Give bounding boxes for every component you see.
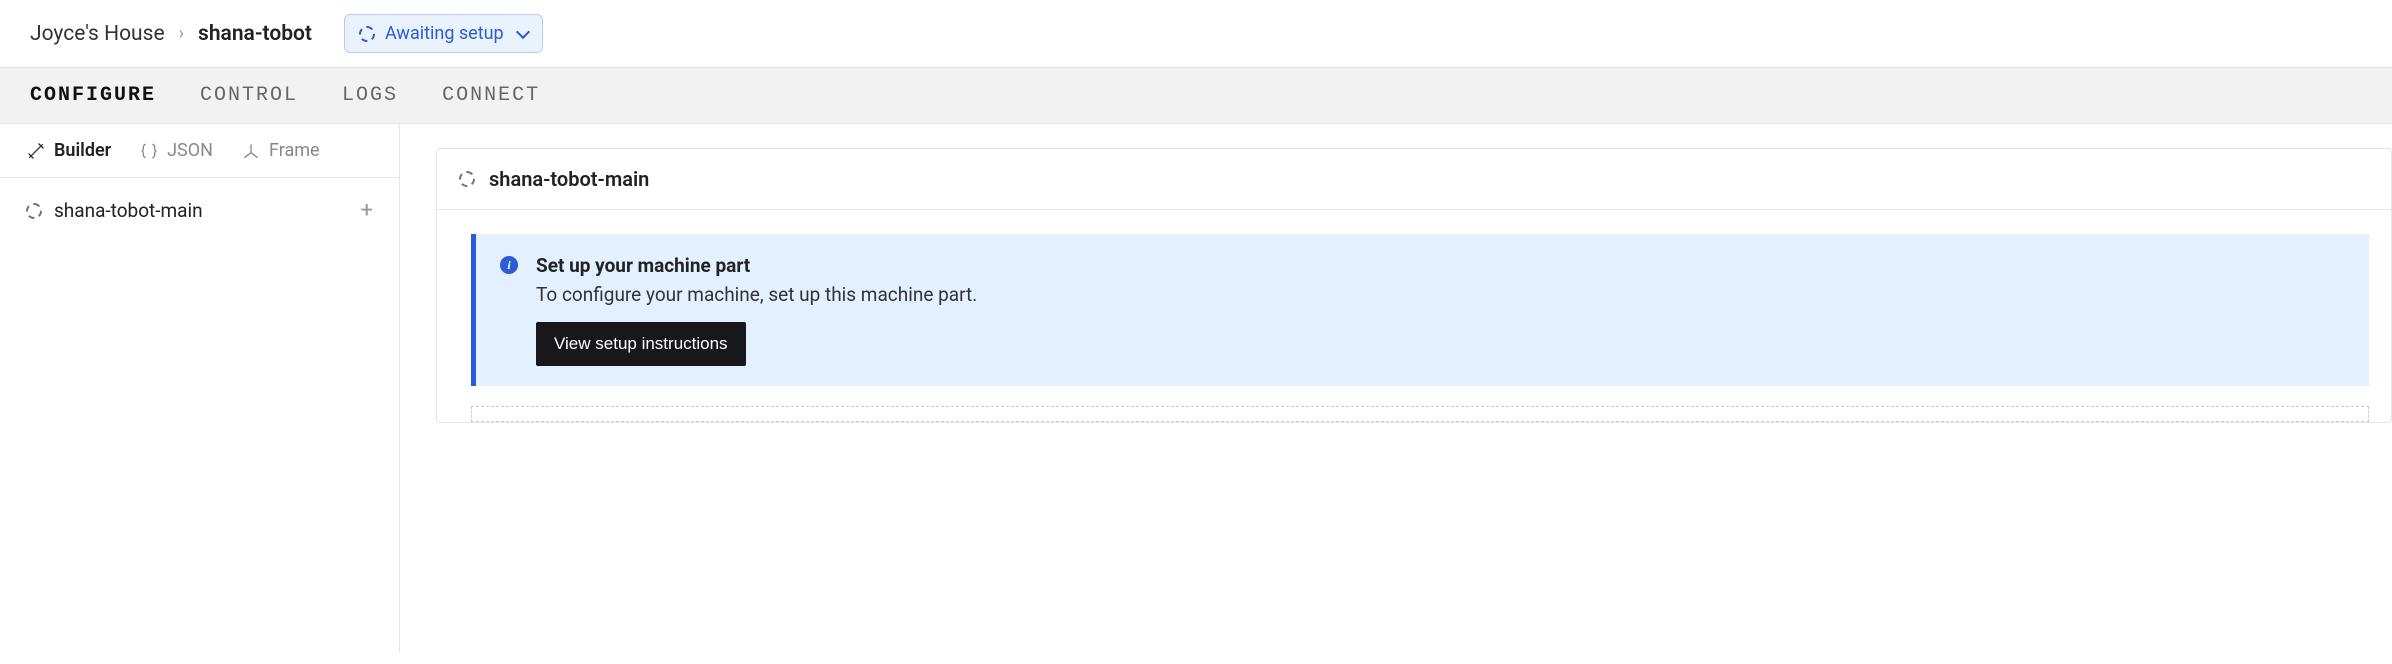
- sidebar-tabs: Builder JSON Frame: [0, 124, 399, 178]
- status-pending-icon: [26, 203, 42, 219]
- sidebar-tab-label: Builder: [54, 140, 111, 161]
- sidebar-tab-json[interactable]: JSON: [139, 140, 213, 161]
- main-area: Builder JSON Frame shana-tobot-main + sh…: [0, 124, 2392, 653]
- content-area: shana-tobot-main i Set up your machine p…: [400, 124, 2392, 653]
- component-placeholder: [471, 406, 2369, 422]
- braces-icon: [139, 141, 159, 161]
- setup-info-box: i Set up your machine part To configure …: [471, 234, 2369, 386]
- chevron-down-icon: [516, 24, 530, 38]
- panel-header: shana-tobot-main: [437, 149, 2391, 210]
- tab-control[interactable]: CONTROL: [200, 68, 298, 123]
- axis-icon: [241, 141, 261, 161]
- sidebar-tab-label: Frame: [269, 140, 320, 161]
- tools-icon: [26, 141, 46, 161]
- sidebar-tab-builder[interactable]: Builder: [26, 140, 111, 161]
- tab-configure[interactable]: CONFIGURE: [30, 68, 156, 123]
- status-label: Awaiting setup: [385, 23, 504, 44]
- sidebar-tab-label: JSON: [167, 140, 213, 161]
- breadcrumb-bar: Joyce's House › shana-tobot Awaiting set…: [0, 0, 2392, 67]
- info-icon: i: [500, 256, 518, 274]
- machine-panel: shana-tobot-main i Set up your machine p…: [436, 148, 2392, 423]
- panel-title: shana-tobot-main: [489, 167, 649, 191]
- status-dropdown[interactable]: Awaiting setup: [344, 14, 543, 53]
- info-content: Set up your machine part To configure yo…: [536, 254, 977, 366]
- info-title: Set up your machine part: [536, 254, 977, 277]
- sidebar-item-label: shana-tobot-main: [54, 199, 203, 222]
- sidebar-item-content: shana-tobot-main: [26, 199, 203, 222]
- chevron-right-icon: ›: [179, 23, 184, 44]
- breadcrumb-parent[interactable]: Joyce's House: [30, 22, 165, 46]
- info-description: To configure your machine, set up this m…: [536, 283, 977, 306]
- top-tabs: CONFIGURE CONTROL LOGS CONNECT: [0, 67, 2392, 124]
- breadcrumb-current: shana-tobot: [198, 22, 312, 46]
- status-pending-icon: [359, 26, 375, 42]
- sidebar-item-machine[interactable]: shana-tobot-main +: [0, 178, 399, 243]
- tab-connect[interactable]: CONNECT: [442, 68, 540, 123]
- sidebar-tab-frame[interactable]: Frame: [241, 140, 320, 161]
- add-component-button[interactable]: +: [361, 198, 373, 223]
- status-pending-icon: [459, 171, 475, 187]
- tab-logs[interactable]: LOGS: [342, 68, 398, 123]
- view-setup-instructions-button[interactable]: View setup instructions: [536, 322, 746, 366]
- sidebar: Builder JSON Frame shana-tobot-main +: [0, 124, 400, 653]
